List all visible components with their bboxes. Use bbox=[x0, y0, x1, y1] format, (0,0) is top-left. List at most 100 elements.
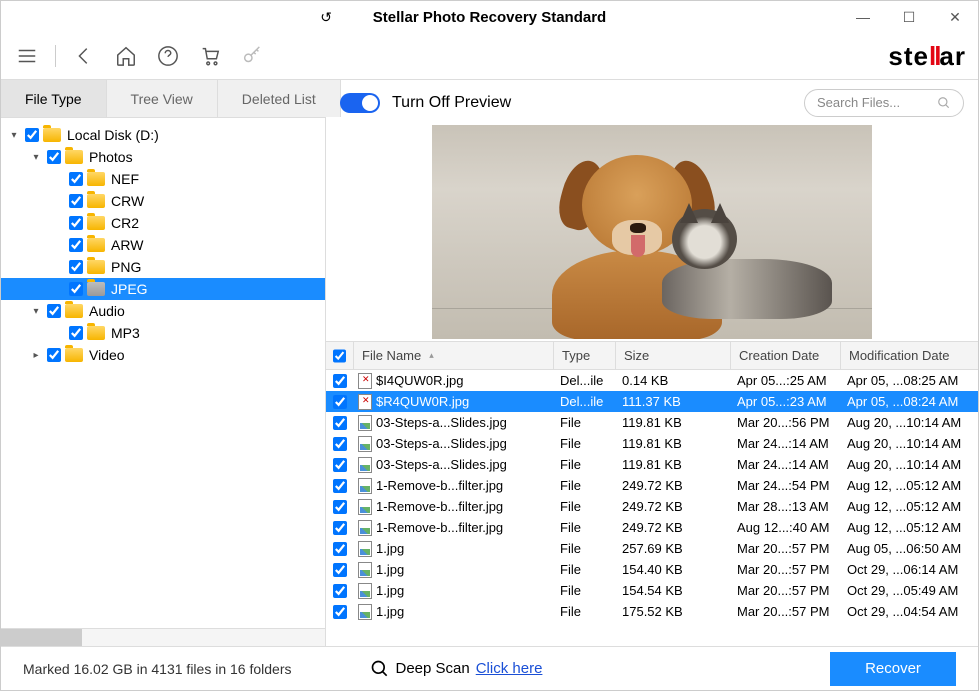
file-row[interactable]: $R4QUW0R.jpgDel...ile111.37 KBApr 05...:… bbox=[326, 391, 978, 412]
file-size: 249.72 KB bbox=[616, 478, 731, 493]
sort-indicator-icon: ▴ bbox=[429, 350, 434, 361]
file-row[interactable]: 1-Remove-b...filter.jpgFile249.72 KBMar … bbox=[326, 475, 978, 496]
row-checkbox[interactable] bbox=[333, 374, 347, 388]
home-button[interactable] bbox=[112, 42, 140, 70]
file-size: 111.37 KB bbox=[616, 394, 731, 409]
col-header-name[interactable]: File Name▴ bbox=[354, 342, 554, 369]
close-button[interactable]: ✕ bbox=[932, 1, 978, 33]
file-modification-date: Aug 12, ...05:12 AM bbox=[841, 520, 978, 535]
row-checkbox[interactable] bbox=[333, 605, 347, 619]
file-icon bbox=[358, 373, 372, 389]
tree-item-photos[interactable]: ▾Photos bbox=[1, 146, 325, 168]
grid-header[interactable]: File Name▴ Type Size Creation Date Modif… bbox=[326, 342, 978, 370]
tree-checkbox[interactable] bbox=[69, 282, 83, 296]
row-checkbox[interactable] bbox=[333, 563, 347, 577]
file-row[interactable]: 03-Steps-a...Slides.jpgFile119.81 KBMar … bbox=[326, 454, 978, 475]
file-row[interactable]: 03-Steps-a...Slides.jpgFile119.81 KBMar … bbox=[326, 433, 978, 454]
tree-checkbox[interactable] bbox=[69, 216, 83, 230]
grid-body[interactable]: $I4QUW0R.jpgDel...ile0.14 KBApr 05...:25… bbox=[326, 370, 978, 646]
tree-item-cr2[interactable]: CR2 bbox=[1, 212, 325, 234]
preview-area bbox=[326, 125, 978, 341]
file-name: 03-Steps-a...Slides.jpg bbox=[376, 436, 507, 451]
tree-item-crw[interactable]: CRW bbox=[1, 190, 325, 212]
row-checkbox[interactable] bbox=[333, 458, 347, 472]
file-icon bbox=[358, 394, 372, 410]
file-type: File bbox=[554, 604, 616, 619]
tree-checkbox[interactable] bbox=[25, 128, 39, 142]
file-row[interactable]: 1.jpgFile154.54 KBMar 20...:57 PMOct 29,… bbox=[326, 580, 978, 601]
tree-checkbox[interactable] bbox=[47, 150, 61, 164]
row-checkbox[interactable] bbox=[333, 437, 347, 451]
col-header-modification[interactable]: Modification Date bbox=[841, 342, 978, 369]
tree-checkbox[interactable] bbox=[69, 326, 83, 340]
file-row[interactable]: 03-Steps-a...Slides.jpgFile119.81 KBMar … bbox=[326, 412, 978, 433]
horizontal-scrollbar[interactable] bbox=[1, 628, 325, 646]
key-button[interactable] bbox=[238, 42, 266, 70]
file-size: 154.54 KB bbox=[616, 583, 731, 598]
tree-item-jpeg[interactable]: JPEG bbox=[1, 278, 325, 300]
row-checkbox[interactable] bbox=[333, 479, 347, 493]
select-all-checkbox[interactable] bbox=[333, 349, 346, 363]
file-name: 1-Remove-b...filter.jpg bbox=[376, 520, 503, 535]
deep-scan-label: Deep Scan bbox=[396, 660, 470, 677]
tree-label: PNG bbox=[111, 259, 141, 275]
back-button[interactable] bbox=[70, 42, 98, 70]
row-checkbox[interactable] bbox=[333, 416, 347, 430]
tree-label: Video bbox=[89, 347, 125, 363]
cart-button[interactable] bbox=[196, 42, 224, 70]
file-row[interactable]: 1.jpgFile175.52 KBMar 20...:57 PMOct 29,… bbox=[326, 601, 978, 622]
file-icon bbox=[358, 583, 372, 599]
file-type: File bbox=[554, 583, 616, 598]
tree-checkbox[interactable] bbox=[69, 260, 83, 274]
tree-checkbox[interactable] bbox=[69, 194, 83, 208]
maximize-button[interactable]: ☐ bbox=[886, 1, 932, 33]
file-row[interactable]: 1.jpgFile257.69 KBMar 20...:57 PMAug 05,… bbox=[326, 538, 978, 559]
tree-item-local-disk-d-[interactable]: ▾Local Disk (D:) bbox=[1, 124, 325, 146]
menu-button[interactable] bbox=[13, 42, 41, 70]
file-row[interactable]: 1.jpgFile154.40 KBMar 20...:57 PMOct 29,… bbox=[326, 559, 978, 580]
file-size: 257.69 KB bbox=[616, 541, 731, 556]
folder-icon bbox=[87, 172, 105, 186]
folder-icon bbox=[87, 282, 105, 296]
file-modification-date: Aug 05, ...06:50 AM bbox=[841, 541, 978, 556]
tree-item-audio[interactable]: ▾Audio bbox=[1, 300, 325, 322]
deep-scan-link[interactable]: Click here bbox=[476, 660, 543, 677]
search-input[interactable]: Search Files... bbox=[804, 89, 964, 117]
col-header-size[interactable]: Size bbox=[616, 342, 731, 369]
help-button[interactable] bbox=[154, 42, 182, 70]
tree-checkbox[interactable] bbox=[69, 238, 83, 252]
minimize-button[interactable]: — bbox=[840, 1, 886, 33]
tree-checkbox[interactable] bbox=[47, 304, 61, 318]
file-type: File bbox=[554, 541, 616, 556]
row-checkbox[interactable] bbox=[333, 395, 347, 409]
tree-item-arw[interactable]: ARW bbox=[1, 234, 325, 256]
col-header-type[interactable]: Type bbox=[554, 342, 616, 369]
row-checkbox[interactable] bbox=[333, 500, 347, 514]
row-checkbox[interactable] bbox=[333, 584, 347, 598]
recover-button[interactable]: Recover bbox=[830, 652, 956, 686]
file-creation-date: Mar 20...:56 PM bbox=[731, 415, 841, 430]
tree-item-nef[interactable]: NEF bbox=[1, 168, 325, 190]
tree-item-video[interactable]: ▸Video bbox=[1, 344, 325, 366]
main-panel: Turn Off Preview Search Files... File Na… bbox=[326, 80, 978, 646]
row-checkbox[interactable] bbox=[333, 542, 347, 556]
undo-icon: ↺ bbox=[320, 9, 332, 26]
preview-toggle[interactable] bbox=[340, 93, 380, 113]
folder-tree[interactable]: ▾Local Disk (D:)▾PhotosNEFCRWCR2ARW PNG JP… bbox=[1, 118, 325, 628]
tab-tree-view[interactable]: Tree View bbox=[107, 80, 218, 117]
row-checkbox[interactable] bbox=[333, 521, 347, 535]
file-row[interactable]: 1-Remove-b...filter.jpgFile249.72 KBMar … bbox=[326, 496, 978, 517]
tree-checkbox[interactable] bbox=[47, 348, 61, 362]
file-creation-date: Aug 12...:40 AM bbox=[731, 520, 841, 535]
tree-item-png[interactable]: PNG bbox=[1, 256, 325, 278]
file-icon bbox=[358, 457, 372, 473]
file-row[interactable]: $I4QUW0R.jpgDel...ile0.14 KBApr 05...:25… bbox=[326, 370, 978, 391]
tree-checkbox[interactable] bbox=[69, 172, 83, 186]
tree-item-mp3[interactable]: MP3 bbox=[1, 322, 325, 344]
file-row[interactable]: 1-Remove-b...filter.jpgFile249.72 KBAug … bbox=[326, 517, 978, 538]
col-header-creation[interactable]: Creation Date bbox=[731, 342, 841, 369]
tab-file-type[interactable]: File Type bbox=[1, 80, 107, 117]
status-text: Marked 16.02 GB in 4131 files in 16 fold… bbox=[23, 661, 292, 677]
sidebar-tabs: File TypeTree ViewDeleted List bbox=[1, 80, 325, 118]
tab-deleted-list[interactable]: Deleted List bbox=[218, 80, 341, 117]
